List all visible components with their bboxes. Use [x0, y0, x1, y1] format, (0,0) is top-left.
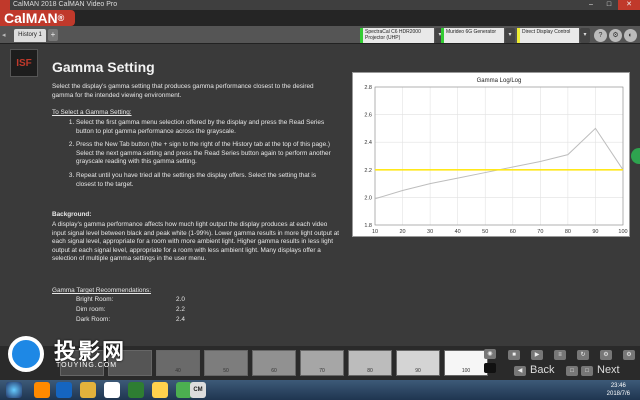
x-tick-label: 70: [537, 229, 543, 235]
taskbar-clock: 23:46 2018/7/6: [606, 383, 630, 397]
patch-90[interactable]: 90: [396, 350, 440, 376]
x-tick-label: 30: [427, 229, 433, 235]
stop-icon[interactable]: ■: [508, 350, 520, 360]
y-tick-label: 1.8: [364, 223, 372, 229]
y-tick-label: 2.4: [364, 140, 372, 146]
patch-label: 50: [223, 368, 229, 374]
maximize-button[interactable]: □: [600, 0, 618, 10]
x-tick-label: 80: [565, 229, 571, 235]
x-tick-label: 50: [482, 229, 488, 235]
y-tick-label: 2.2: [364, 168, 372, 174]
loop-icon[interactable]: ↻: [577, 350, 589, 360]
watermark-logo-icon: [8, 336, 44, 372]
patch-label: 80: [367, 368, 373, 374]
page-title: Gamma Setting: [52, 59, 155, 75]
generator-dropdown-icon[interactable]: ▾: [505, 28, 515, 43]
x-tick-label: 40: [455, 229, 461, 235]
settings-small-icon[interactable]: ⚙: [600, 350, 612, 360]
options-icon[interactable]: ⚙: [623, 350, 635, 360]
patch-70[interactable]: 70: [300, 350, 344, 376]
step-2: Press the New Tab button (the + sign to …: [76, 141, 336, 167]
device-generator[interactable]: Murideo 6G Generator: [441, 28, 504, 43]
patch-60[interactable]: 60: [252, 350, 296, 376]
toolbar-2-icon[interactable]: [484, 363, 496, 373]
taskbar-app-2-icon[interactable]: [56, 382, 72, 398]
taskbar: CM 23:46 2018/7/6: [0, 380, 640, 400]
minimize-button[interactable]: –: [582, 0, 600, 10]
watermark: 投影网 TOUYING.COM: [4, 328, 164, 378]
toolbar-1-icon[interactable]: ◉: [484, 349, 496, 359]
taskbar-app-3-icon[interactable]: [104, 382, 120, 398]
view-icon-2[interactable]: □: [581, 366, 593, 376]
taskbar-folder-icon[interactable]: [80, 382, 96, 398]
back-arrow-icon[interactable]: ◀: [514, 366, 526, 376]
read-series-icon[interactable]: ≡: [554, 350, 566, 360]
app-icon: [0, 0, 10, 10]
tab-bar: ◂ History 1 + SpectraCal C6 HDR2000 Proje…: [0, 26, 640, 44]
x-tick-label: 10: [372, 229, 378, 235]
y-tick-label: 2.0: [364, 195, 372, 201]
chart-svg: Gamma Log/Log 1.8 2.0 2.2 2.4 2.6 2.8 10 20 30 40 5…: [364, 78, 627, 235]
device-display[interactable]: Direct Display Control: [517, 28, 579, 43]
view-icon-1[interactable]: □: [566, 366, 578, 376]
target-row-dark: Dark Room: 2.4: [76, 316, 185, 323]
patch-label: 100: [461, 368, 471, 374]
patch-80[interactable]: 80: [348, 350, 392, 376]
x-tick-label: 100: [618, 229, 627, 235]
patch-50[interactable]: 50: [204, 350, 248, 376]
registered-mark: ®: [57, 13, 65, 23]
taskbar-calman-icon[interactable]: CM: [190, 382, 206, 398]
background-heading: Background:: [52, 211, 92, 218]
taskbar-app-4-icon[interactable]: [128, 382, 144, 398]
next-button[interactable]: Next: [597, 364, 620, 376]
y-tick-label: 2.6: [364, 113, 372, 119]
workflow-logo-icon: ISF: [10, 49, 38, 77]
tab-history-1[interactable]: History 1: [14, 29, 46, 42]
y-tick-label: 2.8: [364, 85, 372, 91]
intro-text: Select the display's gamma setting that …: [52, 83, 314, 99]
close-button[interactable]: ✕: [618, 0, 640, 10]
calman-window: CalMAN 2018 CalMAN Video Pro – □ ✕ CalMA…: [0, 0, 640, 400]
step-3: Repeat until you have tried all the sett…: [76, 172, 336, 189]
steps-list: Select the first gamma menu selection of…: [66, 119, 336, 194]
read-series-button[interactable]: [631, 148, 640, 164]
new-tab-button[interactable]: +: [48, 29, 58, 41]
window-title: CalMAN 2018 CalMAN Video Pro: [13, 1, 118, 8]
target-row-bright: Bright Room: 2.0: [76, 296, 185, 303]
calman-logo: CalMAN®: [0, 10, 75, 26]
target-row-dim: Dim room: 2.2: [76, 306, 185, 313]
patch-label: 70: [319, 368, 325, 374]
patch-label: 90: [415, 368, 421, 374]
watermark-subtext: TOUYING.COM: [56, 362, 118, 369]
step-1: Select the first gamma menu selection of…: [76, 119, 336, 136]
patch-label: 60: [271, 368, 277, 374]
device-meter[interactable]: SpectraCal C6 HDR2000 Projector (UHP): [360, 28, 434, 43]
chart-title: Gamma Log/Log: [477, 78, 522, 84]
taskbar-app-1-icon[interactable]: [34, 382, 50, 398]
display-dropdown-icon[interactable]: ▾: [580, 28, 590, 43]
x-tick-label: 60: [510, 229, 516, 235]
targets-heading: Gamma Target Recommendations:: [52, 287, 151, 294]
play-icon[interactable]: ▶: [531, 350, 543, 360]
help-icon[interactable]: ?: [594, 29, 607, 42]
x-tick-label: 20: [399, 229, 405, 235]
background-text: A display's gamma performance affects ho…: [52, 221, 340, 263]
plot-frame: [374, 86, 624, 226]
brand-strip: CalMAN®: [0, 10, 640, 26]
gamma-chart: Gamma Log/Log 1.8 2.0 2.2 2.4 2.6 2.8 10 20 30 40 5…: [352, 72, 630, 237]
x-tick-label: 90: [592, 229, 598, 235]
taskbar-app-5-icon[interactable]: [152, 382, 168, 398]
info-icon[interactable]: ◐: [624, 29, 637, 42]
back-button[interactable]: Back: [530, 364, 554, 376]
start-icon[interactable]: [6, 382, 22, 398]
title-bar: CalMAN 2018 CalMAN Video Pro – □ ✕: [0, 0, 640, 10]
howto-heading: To Select a Gamma Setting:: [52, 109, 132, 116]
tab-scroll-icon[interactable]: ◂: [2, 31, 6, 39]
settings-icon[interactable]: ⚙: [609, 29, 622, 42]
patch-100[interactable]: 100: [444, 350, 488, 376]
measured-gamma-line: [374, 127, 624, 200]
